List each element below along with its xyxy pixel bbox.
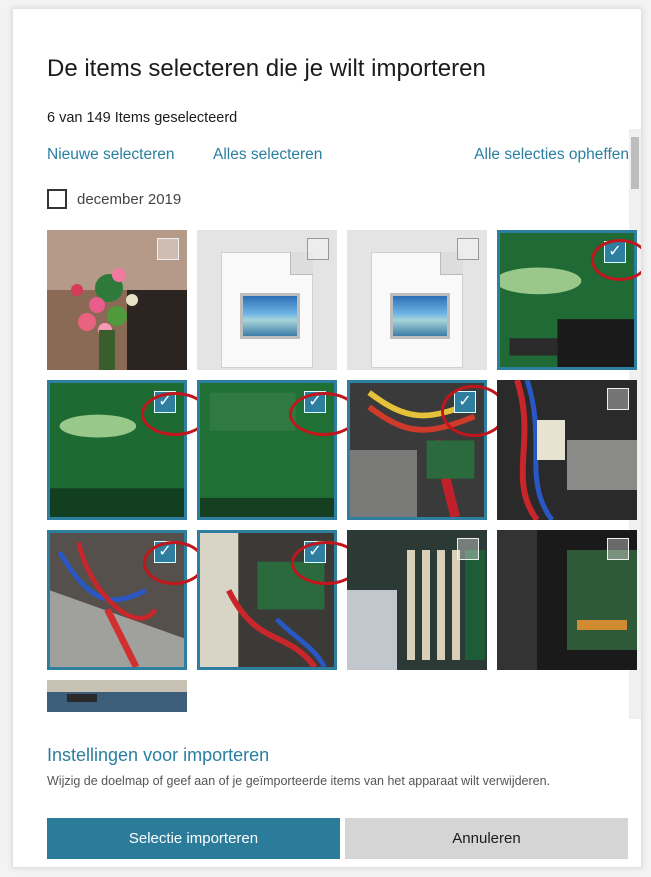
tile-checkbox-checked[interactable]: ✓ [304, 391, 326, 413]
thumbnail-tile[interactable] [347, 530, 487, 670]
image-file-icon [221, 252, 313, 368]
import-dialog: De items selecteren die je wilt importer… [12, 8, 642, 868]
date-group-label: december 2019 [77, 190, 182, 208]
dialog-title: De items selecteren die je wilt importer… [47, 55, 486, 82]
import-settings-link[interactable]: Instellingen voor importeren [47, 745, 269, 766]
clear-all-selections-link[interactable]: Alle selecties opheffen [474, 146, 629, 164]
import-selection-button[interactable]: Selectie importeren [47, 818, 340, 859]
cancel-button[interactable]: Annuleren [345, 818, 628, 859]
tile-checkbox[interactable] [457, 238, 479, 260]
thumbnail-tile[interactable] [497, 380, 637, 520]
thumbnail-tile[interactable] [197, 230, 337, 370]
thumbnail-tile[interactable] [347, 230, 487, 370]
import-settings-description: Wijzig de doelmap of geef aan of je geïm… [47, 774, 551, 788]
thumbnail-tile[interactable]: ✓ [347, 380, 487, 520]
selection-count: 6 van 149 Items geselecteerd [47, 110, 238, 126]
tile-checkbox[interactable] [457, 538, 479, 560]
thumbnail-tile[interactable] [47, 680, 187, 712]
tile-checkbox-checked[interactable]: ✓ [454, 391, 476, 413]
thumbnail-tile[interactable]: ✓ [197, 380, 337, 520]
tile-checkbox-checked[interactable]: ✓ [304, 541, 326, 563]
date-group-header: december 2019 [47, 189, 181, 209]
thumbnail-tile[interactable]: ✓ [47, 530, 187, 670]
thumbnail-tile[interactable] [47, 230, 187, 370]
scrollbar-thumb[interactable] [631, 137, 639, 189]
date-group-checkbox[interactable] [47, 189, 67, 209]
thumbnail-tile[interactable] [497, 530, 637, 670]
select-all-link[interactable]: Alles selecteren [213, 146, 322, 164]
tile-checkbox-checked[interactable]: ✓ [154, 541, 176, 563]
image-file-icon [371, 252, 463, 368]
thumbnail-tile[interactable]: ✓ [47, 380, 187, 520]
circuit-board-photo [47, 680, 187, 712]
tile-checkbox[interactable] [307, 238, 329, 260]
tile-checkbox[interactable] [607, 388, 629, 410]
tile-checkbox-checked[interactable]: ✓ [154, 391, 176, 413]
select-new-link[interactable]: Nieuwe selecteren [47, 146, 175, 164]
thumbnail-tile[interactable]: ✓ [197, 530, 337, 670]
tile-checkbox[interactable] [607, 538, 629, 560]
tile-checkbox-checked[interactable]: ✓ [604, 241, 626, 263]
thumbnail-tile[interactable]: ✓ [497, 230, 637, 370]
tile-checkbox[interactable] [157, 238, 179, 260]
